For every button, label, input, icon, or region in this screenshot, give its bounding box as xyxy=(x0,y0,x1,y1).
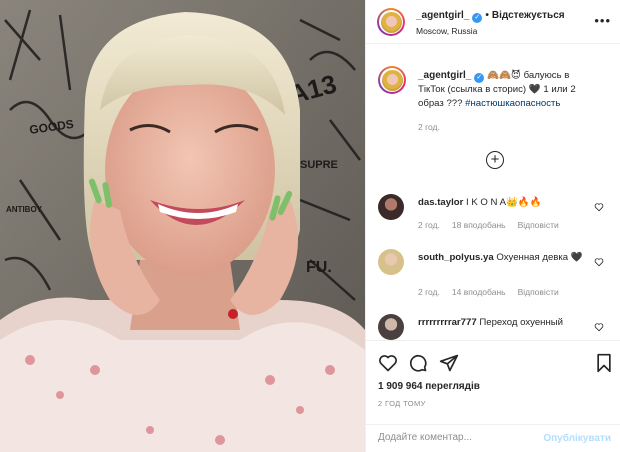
comment-like-heart-icon[interactable] xyxy=(594,322,604,332)
caption-author-avatar[interactable] xyxy=(378,66,406,94)
share-icon[interactable] xyxy=(439,353,459,373)
comment-time[interactable]: 2 год. xyxy=(418,220,440,230)
author-avatar[interactable] xyxy=(377,8,405,36)
comment-text: das.taylor I K O N A👑🔥🔥 xyxy=(418,196,588,209)
post-date[interactable]: 2 ГОД ТОМУ xyxy=(378,399,426,408)
header-separator: • xyxy=(485,10,489,21)
caption-timestamp[interactable]: 2 год. xyxy=(418,122,440,132)
post-header: _agentgirl_ ✓ • Відстежується Moscow, Russi… xyxy=(366,0,620,44)
comment-like-heart-icon[interactable] xyxy=(594,202,604,212)
add-comment-bar: Опублікувати xyxy=(366,424,620,452)
graffiti-tag: ANTIBOY xyxy=(6,205,43,214)
commenter-avatar[interactable] xyxy=(378,249,404,275)
publish-button[interactable]: Опублікувати xyxy=(543,433,611,444)
comment-text: south_polyus.ya Охуенная девка 🖤 xyxy=(418,251,588,264)
caption-hashtag[interactable]: #настюшкаопасность xyxy=(465,98,560,109)
author-username[interactable]: _agentgirl_ xyxy=(416,10,469,21)
reply-button[interactable]: Відповісти xyxy=(518,220,559,230)
verified-badge-icon: ✓ xyxy=(474,73,485,83)
post-media[interactable]: A13 SUPRE FU. ANTIBOY GOODS xyxy=(0,0,365,452)
post-sidebar: _agentgirl_ ✓ • Відстежується Moscow, Russi… xyxy=(365,0,620,452)
commenter-username[interactable]: rrrrrrrrrar777 xyxy=(418,317,477,328)
post-location[interactable]: Moscow, Russia xyxy=(416,26,477,36)
commenter-username[interactable]: das.taylor xyxy=(418,197,463,208)
comment-like-heart-icon[interactable] xyxy=(594,257,604,267)
comment-input[interactable] xyxy=(378,432,538,443)
commenter-username[interactable]: south_polyus.ya xyxy=(418,252,494,263)
comment-meta: 2 год. 14 вподобань Відповісти xyxy=(418,287,571,297)
view-count[interactable]: 1 909 964 переглядів xyxy=(378,381,480,392)
bookmark-icon[interactable] xyxy=(595,353,613,373)
graffiti-tag: FU. xyxy=(306,259,332,276)
comment-time[interactable]: 2 год. xyxy=(418,287,440,297)
comment-likes[interactable]: 18 вподобань xyxy=(452,220,506,230)
caption-username[interactable]: _agentgirl_ xyxy=(418,70,471,81)
comment-icon[interactable] xyxy=(408,353,428,373)
reply-button[interactable]: Відповісти xyxy=(518,287,559,297)
graffiti-tag: SUPRE xyxy=(300,159,338,171)
following-button[interactable]: Відстежується xyxy=(492,10,565,21)
caption-text: _agentgirl_ ✓ 🙈🙈😈 балуюсь в ТікТок (ссылк… xyxy=(418,69,598,110)
plus-circle-icon[interactable]: + xyxy=(486,151,504,169)
verified-badge-icon: ✓ xyxy=(472,13,483,23)
comment-body: I K O N A👑🔥🔥 xyxy=(466,197,542,208)
more-options-icon[interactable]: ••• xyxy=(594,13,611,28)
comment-body: Переход охуенный xyxy=(479,317,564,328)
comment-text: rrrrrrrrrar777 Переход охуенный xyxy=(418,316,588,329)
commenter-avatar[interactable] xyxy=(378,194,404,220)
post-video-frame[interactable]: A13 SUPRE FU. ANTIBOY GOODS xyxy=(0,0,365,452)
commenter-avatar[interactable] xyxy=(378,314,404,340)
caption-emoji: 🙈🙈😈 xyxy=(487,70,521,81)
comment-body: Охуенная девка 🖤 xyxy=(496,252,583,263)
heart-icon[interactable] xyxy=(378,353,398,373)
comment-likes[interactable]: 14 вподобань xyxy=(452,287,506,297)
comment-meta: 2 год. 18 вподобань Відповісти xyxy=(418,220,571,230)
